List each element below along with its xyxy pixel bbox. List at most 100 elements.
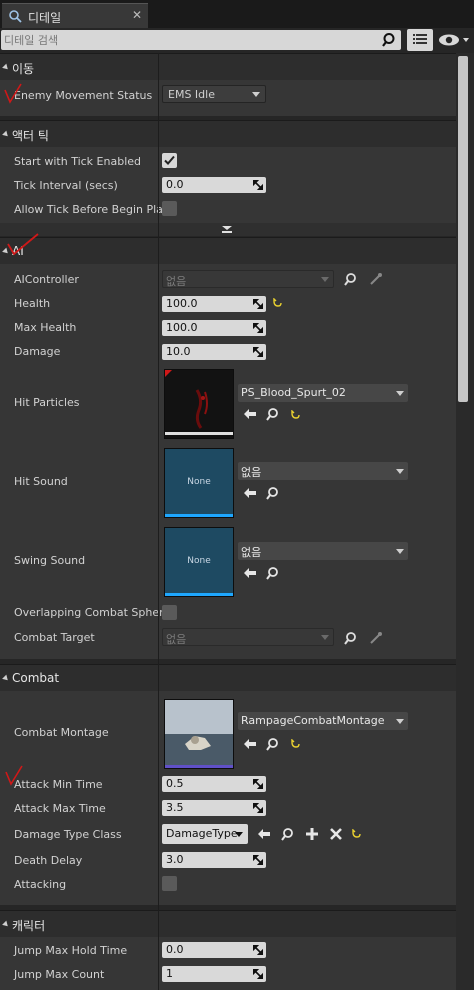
section-actor-tick[interactable]: 액터 틱 (0, 120, 456, 147)
swing-sound-dropdown[interactable]: 없음 (238, 542, 408, 560)
chevron-down-icon (396, 549, 404, 554)
add-new-icon[interactable] (305, 827, 319, 841)
search-input[interactable] (4, 31, 374, 49)
attack-max-time-field[interactable]: 3.5 (162, 800, 266, 816)
collapse-arrow-icon (2, 920, 10, 929)
asset-name: 없음 (241, 546, 262, 559)
property-label: Tick Interval (secs) (14, 179, 118, 192)
tab-details[interactable]: 디테일 ✕ (2, 3, 148, 28)
property-label: Start with Tick Enabled (14, 155, 142, 168)
reset-to-default-icon[interactable] (351, 829, 361, 839)
asset-type-bar (165, 514, 233, 517)
property-label: Attacking (14, 878, 67, 891)
section-combat[interactable]: Combat (0, 664, 456, 691)
field-value: 0.0 (166, 943, 184, 956)
combat-montage-dropdown[interactable]: RampageCombatMontage (238, 712, 408, 730)
browse-search-icon[interactable] (266, 737, 280, 751)
dropdown-value: DamageType (166, 827, 238, 840)
damage-type-class-dropdown[interactable]: DamageType (162, 824, 248, 844)
jump-max-count-field[interactable]: 1 (162, 966, 266, 982)
property-label: Damage (14, 345, 61, 358)
damage-field[interactable]: 10.0 (162, 344, 266, 360)
drag-arrows-icon (253, 180, 263, 190)
tick-interval-field[interactable]: 0.0 (162, 177, 266, 193)
section-movement[interactable]: 이동 (0, 53, 456, 80)
eyedropper-icon[interactable] (369, 631, 383, 645)
browse-search-icon[interactable] (344, 631, 358, 645)
browse-search-icon[interactable] (266, 486, 280, 500)
ai-group: AIController 없음 Health 100.0 Max Health … (0, 264, 456, 659)
hit-particles-thumbnail[interactable] (164, 369, 234, 439)
use-selected-arrow-icon[interactable] (243, 737, 257, 751)
property-label: Allow Tick Before Begin Play (14, 203, 170, 216)
drag-arrows-icon (253, 299, 263, 309)
field-value: 1 (166, 967, 173, 980)
search-row (0, 28, 474, 53)
expand-advanced-icon (222, 226, 232, 233)
hit-particles-dropdown[interactable]: PS_Blood_Spurt_02 (238, 384, 408, 402)
start-with-tick-checkbox[interactable] (162, 153, 177, 168)
asset-name: PS_Blood_Spurt_02 (241, 386, 346, 399)
eye-visibility-icon[interactable] (436, 30, 472, 50)
browse-search-icon[interactable] (344, 272, 358, 286)
thumbnail-label: None (187, 556, 211, 566)
use-selected-arrow-icon[interactable] (257, 827, 271, 841)
field-value: 0.5 (166, 777, 184, 790)
property-label: Jump Max Hold Time (14, 944, 128, 957)
advanced-expander[interactable] (0, 223, 456, 236)
section-title: 캐릭터 (12, 919, 46, 933)
browse-search-icon[interactable] (266, 407, 280, 421)
drag-arrows-icon (253, 803, 263, 813)
reset-to-default-icon[interactable] (290, 410, 300, 420)
browse-search-icon[interactable] (266, 566, 280, 580)
property-label: Jump Max Count (14, 968, 105, 981)
view-options-button[interactable] (407, 29, 433, 51)
search-icon[interactable] (382, 32, 398, 48)
collapse-arrow-icon (2, 130, 10, 139)
allow-tick-checkbox[interactable] (162, 201, 177, 216)
list-view-icon (413, 34, 427, 44)
use-selected-arrow-icon[interactable] (243, 566, 257, 580)
attacking-checkbox[interactable] (162, 876, 177, 891)
chevron-down-icon (396, 469, 404, 474)
combat-target-picker[interactable]: 없음 (162, 628, 334, 646)
dropdown-value: EMS Idle (168, 88, 215, 101)
property-label: Swing Sound (14, 554, 86, 567)
browse-search-icon[interactable] (281, 827, 295, 841)
section-character[interactable]: 캐릭터 (0, 910, 456, 937)
aicontroller-picker[interactable]: 없음 (162, 270, 334, 288)
enemy-movement-status-dropdown[interactable]: EMS Idle (162, 85, 266, 103)
collapse-arrow-icon (2, 63, 10, 72)
use-selected-arrow-icon[interactable] (243, 486, 257, 500)
hit-sound-dropdown[interactable]: 없음 (238, 462, 408, 480)
field-value: 0.0 (166, 178, 184, 191)
close-icon[interactable]: ✕ (130, 8, 144, 22)
section-ai[interactable]: AI (0, 237, 456, 264)
hit-sound-thumbnail[interactable]: None (164, 448, 234, 518)
max-health-field[interactable]: 100.0 (162, 320, 266, 336)
details-icon (9, 10, 22, 23)
property-label: Combat Target (14, 631, 95, 644)
property-row-enemy-movement-status: Enemy Movement Status EMS Idle (0, 80, 456, 116)
overlapping-combat-sphere-checkbox[interactable] (162, 605, 177, 620)
death-delay-field[interactable]: 3.0 (162, 852, 266, 868)
property-label: Overlapping Combat Sphere (14, 606, 171, 619)
use-selected-arrow-icon[interactable] (243, 407, 257, 421)
clear-icon[interactable] (329, 827, 343, 841)
eyedropper-icon[interactable] (369, 272, 383, 286)
annotation-checkmark-icon (4, 83, 22, 104)
drag-arrows-icon (253, 969, 263, 979)
asset-name: 없음 (241, 466, 262, 479)
scrollbar-thumb[interactable] (458, 56, 468, 402)
drag-arrows-icon (253, 855, 263, 865)
combat-montage-thumbnail[interactable] (164, 699, 234, 769)
jump-max-hold-time-field[interactable]: 0.0 (162, 942, 266, 958)
attack-min-time-field[interactable]: 0.5 (162, 776, 266, 792)
reset-to-default-icon[interactable] (272, 298, 282, 308)
montage-preview-icon (165, 700, 233, 768)
reset-to-default-icon[interactable] (290, 739, 300, 749)
health-field[interactable]: 100.0 (162, 296, 266, 312)
column-divider[interactable] (158, 53, 159, 990)
swing-sound-thumbnail[interactable]: None (164, 527, 234, 597)
picker-value: 없음 (166, 633, 187, 646)
